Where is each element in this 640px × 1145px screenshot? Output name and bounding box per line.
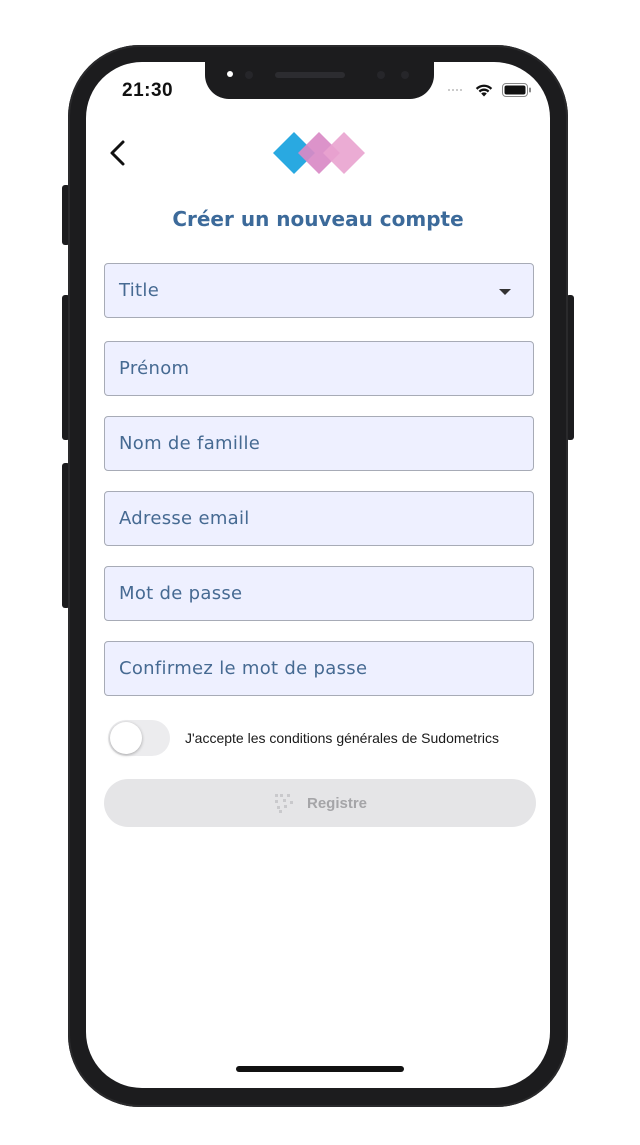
register-label: Registre xyxy=(306,794,368,812)
email-placeholder: Adresse email xyxy=(119,508,250,529)
terms-toggle[interactable] xyxy=(108,720,170,756)
phone-screen: 21:30 Créer un nouveau compte Title Prén… xyxy=(86,62,550,1088)
first-name-placeholder: Prénom xyxy=(119,358,190,379)
title-select-placeholder: Title xyxy=(119,280,160,301)
wifi-icon xyxy=(475,84,493,97)
app-logo xyxy=(273,132,365,174)
password-placeholder: Mot de passe xyxy=(119,583,243,604)
status-time: 21:30 xyxy=(122,80,174,101)
chevron-left-icon xyxy=(110,140,125,166)
confirm-password-field[interactable]: Confirmez le mot de passe xyxy=(104,641,534,696)
confirm-password-placeholder: Confirmez le mot de passe xyxy=(119,658,368,679)
password-field[interactable]: Mot de passe xyxy=(104,566,534,621)
caret-down-icon xyxy=(499,289,511,295)
last-name-placeholder: Nom de famille xyxy=(119,433,261,454)
home-indicator[interactable] xyxy=(236,1066,404,1072)
title-select[interactable]: Title xyxy=(104,263,534,318)
notch xyxy=(205,62,434,99)
battery-icon xyxy=(502,83,531,97)
spinner-icon xyxy=(274,794,293,813)
terms-label: J'accepte les conditions générales de Su… xyxy=(185,730,499,746)
signal-dots-icon xyxy=(448,89,462,91)
back-button[interactable] xyxy=(104,137,132,169)
email-field[interactable]: Adresse email xyxy=(104,491,534,546)
first-name-field[interactable]: Prénom xyxy=(104,341,534,396)
status-icons xyxy=(448,82,532,98)
toggle-knob xyxy=(110,722,142,754)
page-title: Créer un nouveau compte xyxy=(172,207,464,231)
last-name-field[interactable]: Nom de famille xyxy=(104,416,534,471)
register-button[interactable]: Registre xyxy=(104,779,536,827)
